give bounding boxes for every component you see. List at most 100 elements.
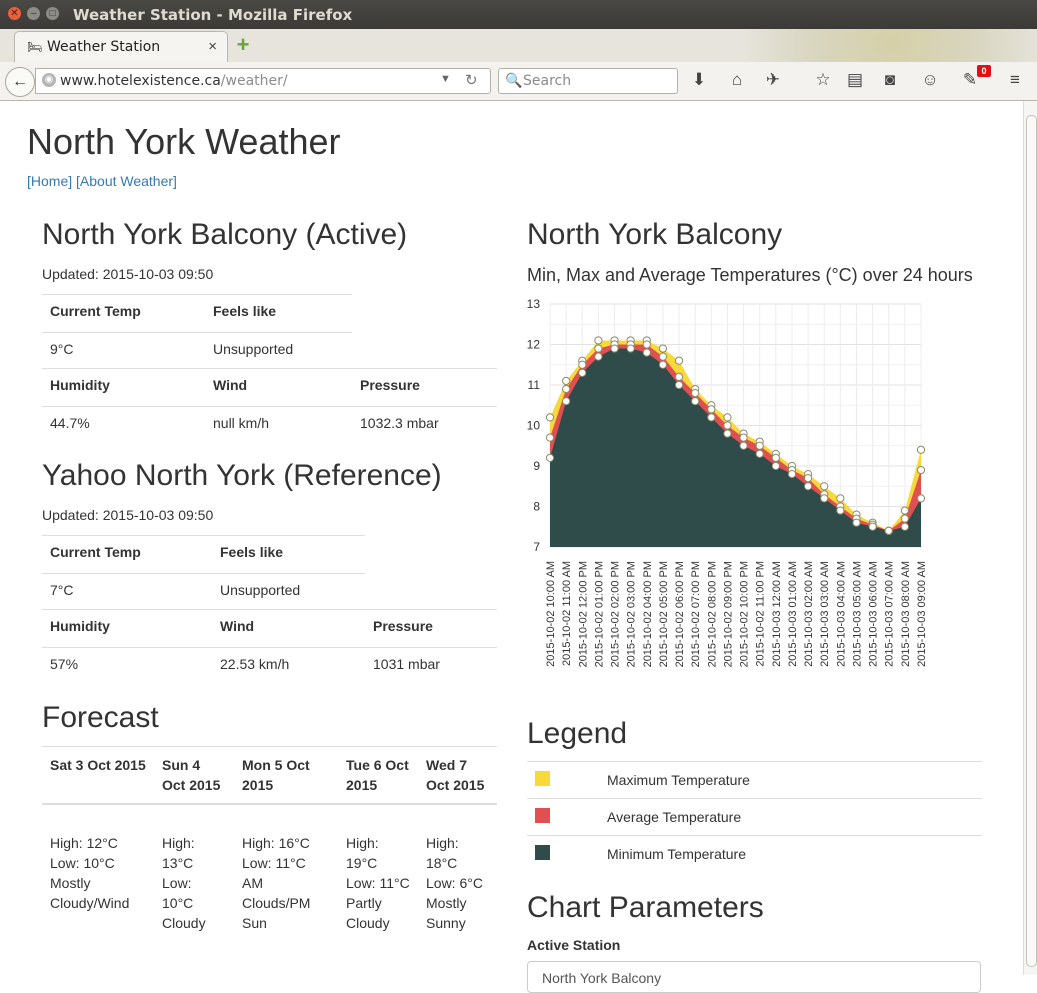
station2-current-table: Current Temp Feels like 7°C Unsupported	[42, 535, 365, 611]
legend-item: Maximum Temperature	[527, 761, 982, 799]
legend-table: Maximum Temperature Average Temperature …	[527, 761, 982, 872]
series-min-point	[884, 526, 893, 535]
temperature-chart: 7 8 9 10 11 12 13 2015-10-02 10:00 AM 2015-10-02…	[527, 297, 928, 667]
legend-swatch-max	[535, 771, 550, 786]
series-min-point	[787, 470, 797, 479]
x-tick-label: 2015-10-02 12:00 PM	[577, 561, 589, 667]
tab-close-icon[interactable]: ×	[208, 38, 217, 55]
x-tick-label: 2015-10-02 10:00 AM	[545, 561, 557, 667]
series-min-point	[610, 344, 619, 353]
series-avg-point	[707, 405, 716, 414]
forecast-day-date: Sun 4 Oct 2015	[154, 746, 234, 804]
url-bar[interactable]: ◉ www.hotelexistence.ca/weather/ ▼ ↻	[35, 68, 491, 94]
x-tick-label: 2015-10-02 06:00 PM	[674, 561, 686, 667]
x-tick-label: 2015-10-02 05:00 PM	[658, 561, 670, 667]
forecast-cell: High: 18°C Low: 6°C Mostly Sunny	[418, 803, 497, 941]
chart-title: Min, Max and Average Temperatures (°C) o…	[527, 265, 973, 285]
search-placeholder: Search	[523, 73, 572, 89]
active-station-value: North York Balcony	[542, 970, 662, 986]
current-temp-value: 9°C	[42, 332, 205, 370]
menu-icon[interactable]: ≡	[1005, 70, 1025, 90]
series-min-point	[658, 360, 668, 369]
wind-value: 22.53 km/h	[212, 647, 365, 685]
back-arrow-icon[interactable]: ←	[5, 67, 35, 97]
series-min-point	[755, 449, 764, 458]
home-icon[interactable]: ⌂	[727, 70, 747, 90]
reading-list-icon[interactable]: ▤	[845, 70, 865, 90]
pressure-header: Pressure	[365, 609, 497, 648]
chart-section-title: North York Balcony	[527, 218, 783, 251]
window-close-icon[interactable]: ✕	[8, 7, 21, 20]
current-temp-header: Current Temp	[42, 294, 205, 333]
station1-title: North York Balcony (Active)	[42, 218, 408, 251]
legend-swatch-avg	[535, 808, 550, 823]
feels-like-header: Feels like	[212, 535, 365, 574]
feels-like-header: Feels like	[205, 294, 352, 333]
extension-icon[interactable]: ✈	[763, 70, 783, 90]
forecast-low: Low: 11°C	[242, 855, 306, 871]
legend-label: Minimum Temperature	[607, 835, 982, 872]
humidity-value: 44.7%	[42, 406, 205, 444]
y-tick-label: 9	[533, 459, 540, 473]
url-host: www.hotelexistence.ca	[60, 73, 221, 89]
y-tick-label: 13	[527, 297, 541, 311]
window-titlebar: ✕ – □ Weather Station - Mozilla Firefox	[0, 0, 1037, 29]
pocket-icon[interactable]: ◙	[880, 70, 900, 90]
y-tick-label: 8	[533, 500, 540, 514]
active-station-select[interactable]: North York Balcony	[527, 961, 981, 993]
home-link[interactable]: [Home]	[27, 173, 72, 189]
bookmark-star-icon[interactable]: ☆	[813, 70, 833, 90]
series-avg-point	[723, 421, 732, 430]
series-min-point	[691, 397, 700, 406]
tab-weather-station[interactable]: 🛏 Weather Station ×	[14, 31, 228, 62]
reload-icon[interactable]: ↻	[465, 71, 478, 89]
download-icon[interactable]: ⬇	[689, 70, 709, 90]
feels-like-value: Unsupported	[212, 573, 365, 611]
series-avg-point	[658, 352, 668, 361]
series-min-point	[723, 429, 732, 438]
x-tick-label: 2015-10-03 07:00 AM	[884, 561, 896, 667]
pressure-header: Pressure	[352, 368, 497, 407]
page-content: North York Weather [Home] [About Weather…	[0, 101, 1022, 993]
series-min-point	[820, 494, 829, 503]
breadcrumb: [Home] [About Weather]	[27, 173, 177, 189]
series-max-point	[658, 344, 668, 353]
y-tick-label: 7	[533, 540, 540, 554]
window-maximize-icon[interactable]: □	[46, 7, 59, 20]
x-tick-label: 2015-10-03 04:00 AM	[835, 561, 847, 667]
forecast-low: Low: 10°C	[50, 855, 115, 871]
url-dropdown-icon[interactable]: ▼	[440, 73, 451, 85]
current-temp-value: 7°C	[42, 573, 212, 611]
station1-current-table: Current Temp Feels like 9°C Unsupported	[42, 294, 352, 370]
forecast-cell: High: 12°C Low: 10°C Mostly Cloudy/Wind	[42, 803, 154, 941]
x-tick-label: 2015-10-02 11:00 PM	[755, 561, 767, 667]
search-input[interactable]: 🔍 Search	[498, 68, 678, 94]
series-max-point	[594, 336, 603, 345]
forecast-low: Low: 11°C	[346, 875, 410, 891]
x-tick-label: 2015-10-02 07:00 PM	[690, 561, 702, 667]
wind-header: Wind	[205, 368, 352, 407]
series-min-point	[642, 348, 651, 357]
y-tick-label: 11	[528, 378, 541, 392]
search-icon: 🔍	[505, 72, 523, 88]
scrollbar-thumb[interactable]	[1026, 115, 1037, 967]
series-max-point	[723, 413, 732, 422]
emoji-icon[interactable]: ☺	[920, 70, 940, 90]
forecast-high: High: 16°C	[242, 835, 310, 851]
window-minimize-icon[interactable]: –	[27, 7, 40, 20]
x-tick-label: 2015-10-02 03:00 PM	[626, 561, 638, 667]
new-tab-icon[interactable]: +	[234, 34, 252, 56]
forecast-condition: Cloudy	[162, 915, 206, 931]
series-min-point	[868, 522, 877, 531]
humidity-value: 57%	[42, 647, 212, 685]
navigation-bar: ← ◉ www.hotelexistence.ca/weather/ ▼ ↻ 🔍…	[0, 62, 1037, 101]
series-min-point	[916, 494, 926, 503]
series-min-point	[626, 344, 635, 353]
forecast-low: Low: 10°C	[162, 875, 194, 911]
active-station-label: Active Station	[527, 937, 621, 953]
window-title: Weather Station - Mozilla Firefox	[73, 6, 353, 24]
series-avg-point	[562, 384, 571, 394]
about-weather-link[interactable]: [About Weather]	[76, 173, 177, 189]
legend-item: Minimum Temperature	[527, 835, 982, 872]
series-min-area	[550, 348, 921, 547]
